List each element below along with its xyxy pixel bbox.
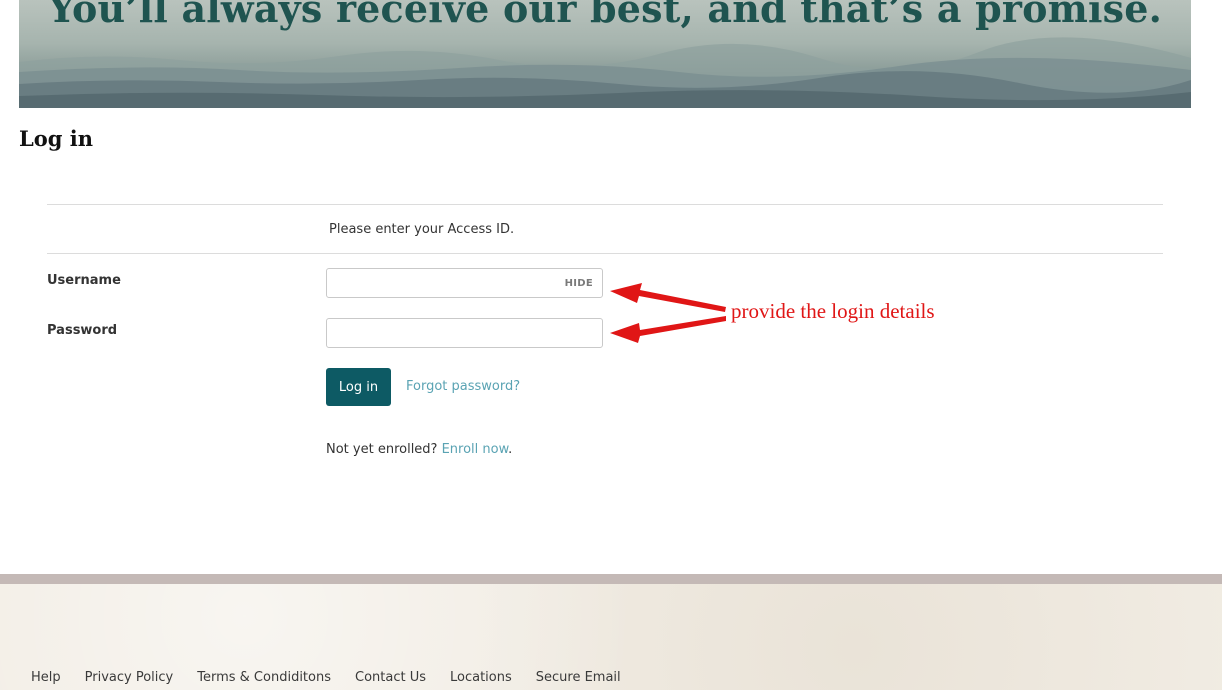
divider-bottom bbox=[47, 253, 1163, 254]
footer-link-help[interactable]: Help bbox=[31, 670, 61, 685]
hero-tagline: You’ll always receive our best, and that… bbox=[47, 0, 1163, 31]
arrow-to-username bbox=[610, 283, 726, 312]
footer-nav: Help Privacy Policy Terms & Condiditons … bbox=[31, 670, 645, 685]
footer-link-terms[interactable]: Terms & Condiditons bbox=[197, 670, 331, 685]
username-label: Username bbox=[47, 273, 121, 288]
enroll-prompt: Not yet enrolled? bbox=[326, 442, 438, 457]
page: You’ll always receive our best, and that… bbox=[0, 0, 1222, 690]
instruction-text: Please enter your Access ID. bbox=[329, 222, 515, 237]
password-label: Password bbox=[47, 323, 118, 338]
enroll-line: Not yet enrolled? Enroll now. bbox=[326, 442, 512, 457]
footer: Help Privacy Policy Terms & Condiditons … bbox=[0, 584, 1222, 690]
username-input[interactable]: HIDE bbox=[326, 268, 603, 298]
enroll-now-link[interactable]: Enroll now bbox=[442, 442, 508, 457]
footer-link-secure-email[interactable]: Secure Email bbox=[536, 670, 621, 685]
footer-link-privacy-policy[interactable]: Privacy Policy bbox=[85, 670, 174, 685]
hide-toggle-button[interactable]: HIDE bbox=[565, 278, 593, 289]
login-button[interactable]: Log in bbox=[326, 368, 391, 406]
enroll-suffix: . bbox=[508, 442, 513, 457]
password-input[interactable] bbox=[326, 318, 603, 348]
annotation-text: provide the login details bbox=[731, 299, 935, 323]
arrow-to-password bbox=[610, 316, 726, 343]
page-title: Log in bbox=[19, 126, 94, 151]
footer-link-locations[interactable]: Locations bbox=[450, 670, 512, 685]
hero-banner: You’ll always receive our best, and that… bbox=[19, 0, 1191, 108]
forgot-password-link[interactable]: Forgot password? bbox=[406, 379, 520, 394]
footer-link-contact-us[interactable]: Contact Us bbox=[355, 670, 426, 685]
divider-top bbox=[47, 204, 1163, 205]
footer-divider-bar bbox=[0, 574, 1222, 584]
